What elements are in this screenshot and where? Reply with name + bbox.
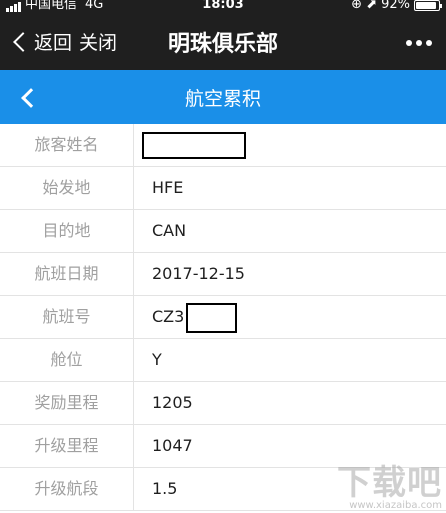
row-value: 1205 xyxy=(152,393,193,412)
table-row: 奖励里程 1205 xyxy=(0,382,446,425)
watermark-url: www.xiazaiba.com xyxy=(349,500,442,511)
table-row: 始发地 HFE xyxy=(0,167,446,210)
redaction-box xyxy=(142,132,246,159)
page-title: 航空累积 xyxy=(184,88,261,110)
row-value: CZ3 xyxy=(152,296,238,338)
table-row: 舱位 Y xyxy=(0,339,446,382)
watermark-logo: 下载吧 xyxy=(337,463,442,503)
status-bar: 中国电信 4G 18:03 ⊕ ⬈ 92% xyxy=(0,0,446,14)
row-label: 升级航段 xyxy=(0,468,134,510)
row-value: 1047 xyxy=(152,436,193,455)
row-value xyxy=(142,124,246,166)
redaction-box xyxy=(186,302,238,333)
row-label: 始发地 xyxy=(0,167,134,209)
table-row: 航班号 CZ3 xyxy=(0,296,446,339)
row-value: 2017-12-15 xyxy=(152,264,245,283)
table-row: 旅客姓名 xyxy=(0,124,446,167)
row-label: 航班号 xyxy=(0,296,134,338)
row-value: CAN xyxy=(152,221,187,240)
more-dots-icon[interactable] xyxy=(406,40,432,46)
row-value: Y xyxy=(152,350,162,369)
table-row: 航班日期 2017-12-15 xyxy=(0,253,446,296)
battery-icon xyxy=(414,0,442,11)
status-right: ⊕ ⬈ 92% xyxy=(351,0,442,12)
row-label: 旅客姓名 xyxy=(0,124,134,166)
row-label: 目的地 xyxy=(0,210,134,252)
row-value: HFE xyxy=(152,178,184,197)
row-label: 航班日期 xyxy=(0,253,134,295)
nav-title: 明珠俱乐部 xyxy=(167,32,278,57)
row-label: 升级里程 xyxy=(0,425,134,467)
row-label: 舱位 xyxy=(0,339,134,381)
row-value: 1.5 xyxy=(152,479,178,498)
location-icon: ⊕ ⬈ xyxy=(351,0,378,12)
mileage-table: 旅客姓名 始发地 HFE 目的地 CAN 航班日期 2017-12-15 航班号… xyxy=(0,124,446,511)
table-row: 目的地 CAN xyxy=(0,210,446,253)
page-header: 航空累积 xyxy=(0,70,446,124)
flight-number: CZ3 xyxy=(152,307,185,326)
watermark: 下载吧 www.xiazaiba.com xyxy=(337,455,442,511)
nav-bar: 返回 关闭 明珠俱乐部 xyxy=(0,14,446,70)
row-label: 奖励里程 xyxy=(0,382,134,424)
battery-percent: 92% xyxy=(381,0,410,12)
